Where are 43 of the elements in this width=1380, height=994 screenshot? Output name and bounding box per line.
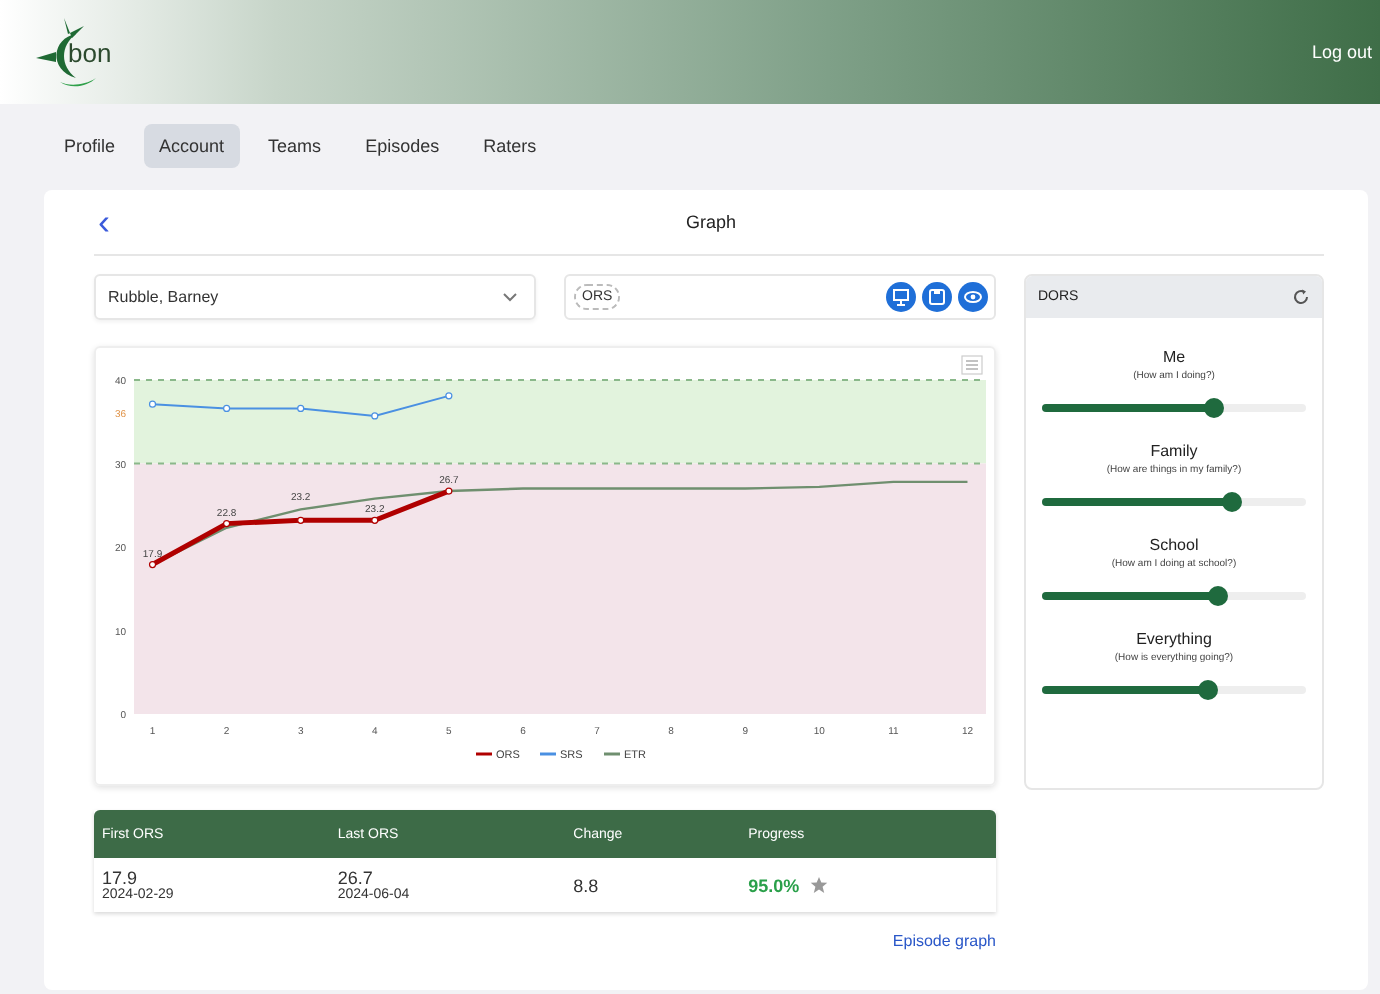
score-text: 17.9 — [102, 868, 140, 888]
save-icon[interactable] — [922, 282, 952, 312]
point — [148, 560, 157, 569]
logout-link[interactable]: Log out — [1311, 42, 1372, 62]
rating-slider[interactable] — [1042, 592, 1306, 600]
point — [445, 487, 453, 495]
point — [223, 520, 231, 528]
logo-text: bon — [68, 37, 112, 67]
client-select[interactable]: Rubble, Barney — [94, 274, 536, 320]
star-icon — [809, 875, 828, 893]
change-cell: 8.8 — [565, 858, 741, 912]
nav-tab[interactable]: Profile — [48, 124, 132, 168]
nav-tab[interactable]: Episodes — [349, 124, 456, 168]
scale-label: Me — [1162, 348, 1186, 366]
view-icon[interactable] — [958, 282, 988, 312]
chevron-down-icon[interactable] — [502, 292, 518, 302]
slider-thumb[interactable] — [1203, 398, 1224, 418]
rating-slider[interactable] — [1042, 404, 1306, 412]
slider-thumb[interactable] — [1222, 492, 1243, 512]
point — [148, 400, 157, 408]
point — [371, 516, 379, 524]
score-text: 26.7 — [337, 868, 375, 888]
rating-slider[interactable] — [1042, 498, 1306, 506]
point — [371, 412, 379, 420]
point — [297, 516, 305, 524]
nav-tab[interactable]: Account — [143, 124, 241, 168]
slider-thumb[interactable] — [1198, 680, 1219, 700]
scale-label: School — [1149, 536, 1199, 554]
nav-tab[interactable]: Teams — [252, 124, 338, 168]
refresh-icon[interactable] — [1292, 288, 1310, 306]
point — [445, 392, 453, 400]
scale-label: Family — [1150, 442, 1198, 460]
nav-tab[interactable]: Raters — [467, 124, 553, 168]
presentation-icon[interactable] — [886, 282, 916, 312]
slider-thumb[interactable] — [1208, 586, 1229, 606]
page-title: Graph — [683, 212, 738, 232]
progress-text: 95.0% — [748, 875, 800, 895]
scale-label: Everything — [1136, 630, 1212, 648]
back-button[interactable]: ‹ — [98, 201, 126, 243]
episode-graph-link[interactable]: Episode graph — [94, 932, 996, 950]
point — [223, 404, 231, 412]
point — [297, 404, 305, 412]
rating-slider[interactable] — [1042, 686, 1306, 694]
